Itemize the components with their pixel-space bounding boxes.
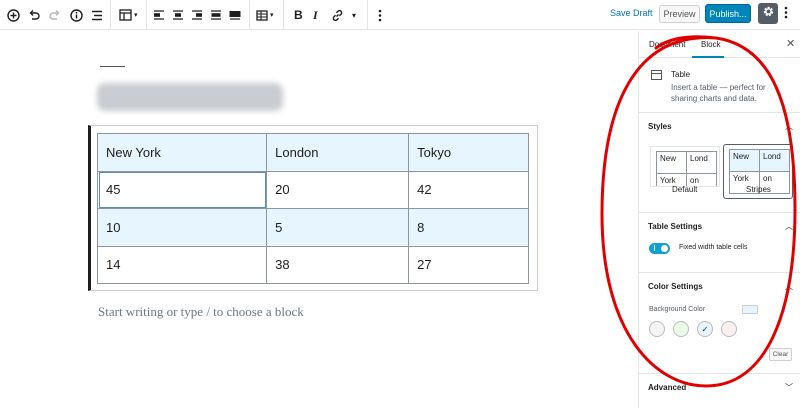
- settings-button[interactable]: [758, 3, 778, 24]
- fixed-width-label: Fixed width table cells: [679, 244, 748, 251]
- table-cell[interactable]: 38: [266, 245, 410, 284]
- style-preview-default: New Lond York on: [656, 151, 717, 186]
- color-swatch-subtle-pale-pink[interactable]: [721, 321, 737, 337]
- tab-block[interactable]: Block: [701, 40, 721, 49]
- table-row: 45 20 42: [96, 170, 529, 209]
- style-option-stripes[interactable]: New Lond York on Stripes: [723, 144, 793, 199]
- kebab-icon[interactable]: [784, 6, 788, 24]
- close-icon[interactable]: ✕: [786, 37, 795, 50]
- table-settings-panel-header[interactable]: Table Settings ︿: [639, 212, 800, 240]
- table-cell[interactable]: 27: [408, 245, 529, 284]
- color-swatch-subtle-light-gray[interactable]: [649, 321, 665, 337]
- active-tab-indicator: [692, 56, 724, 58]
- table-cell[interactable]: London: [266, 133, 410, 172]
- current-color-indicator: [742, 305, 758, 314]
- table-cell[interactable]: 42: [408, 170, 529, 209]
- caret-down-icon: ▾: [270, 12, 274, 19]
- table-cell[interactable]: 20: [266, 170, 410, 209]
- background-color-label: Background Color: [649, 306, 706, 313]
- italic-button[interactable]: I: [313, 5, 318, 25]
- table-cell[interactable]: 5: [266, 208, 410, 247]
- table-cell[interactable]: 45: [96, 170, 268, 209]
- bold-button[interactable]: B: [294, 5, 303, 25]
- toolbar-divider: [367, 0, 368, 30]
- publish-button[interactable]: Publish...: [705, 4, 751, 23]
- advanced-panel-header[interactable]: Advanced ﹀: [639, 373, 800, 401]
- redo-icon[interactable]: [49, 5, 61, 25]
- add-block-icon[interactable]: [7, 5, 20, 25]
- table-cell[interactable]: 8: [408, 208, 529, 247]
- table-row: 10 5 8: [96, 208, 529, 247]
- edit-table-icon: [256, 9, 268, 21]
- caret-down-icon: ▾: [134, 12, 138, 19]
- toolbar-divider: [249, 0, 250, 30]
- color-swatch-subtle-pale-blue[interactable]: ✓: [697, 321, 713, 337]
- editor-toolbar: ▾ ▾ B I ▾ Save Draft Preview Publish...: [0, 0, 800, 30]
- gear-icon: [762, 5, 775, 23]
- edit-table-dropdown[interactable]: ▾: [256, 5, 274, 25]
- table-block[interactable]: New York London Tokyo 45 20 42 10 5 8 14 38 27: [96, 133, 529, 284]
- sidebar-tabs: Document Block ✕: [639, 31, 800, 58]
- undo-icon[interactable]: [28, 5, 40, 25]
- toolbar-divider: [146, 0, 147, 30]
- preview-cell: New: [656, 151, 687, 174]
- preview-cell: Lond: [686, 151, 717, 174]
- more-options-icon[interactable]: [378, 5, 382, 25]
- list-view-icon[interactable]: [91, 5, 103, 25]
- checkmark-icon: ✓: [701, 324, 709, 334]
- preview-cell: Lond: [759, 149, 790, 172]
- clear-color-button[interactable]: Clear: [769, 348, 792, 361]
- align-left-icon[interactable]: [153, 5, 165, 25]
- align-right-icon[interactable]: [191, 5, 203, 25]
- align-center-icon[interactable]: [172, 5, 184, 25]
- fixed-width-toggle[interactable]: [649, 243, 670, 254]
- table-cell[interactable]: 14: [96, 245, 268, 284]
- color-swatch-subtle-pale-green[interactable]: [673, 321, 689, 337]
- table-cell[interactable]: New York: [96, 133, 268, 172]
- chevron-down-icon: ﹀: [785, 383, 793, 392]
- panel-title: Color Settings: [648, 282, 703, 291]
- chevron-up-icon: ︿: [785, 222, 793, 231]
- link-icon[interactable]: [331, 5, 344, 25]
- chevron-up-icon: ︿: [785, 122, 793, 131]
- block-appender-placeholder[interactable]: Start writing or type / to choose a bloc…: [98, 304, 304, 320]
- preview-cell: New: [729, 149, 760, 172]
- table-block-switcher[interactable]: ▾: [119, 5, 138, 25]
- align-wide-icon[interactable]: [210, 5, 222, 25]
- save-draft-link[interactable]: Save Draft: [610, 8, 653, 18]
- tab-document[interactable]: Document: [649, 40, 685, 49]
- post-title-redacted[interactable]: [97, 83, 283, 111]
- align-full-icon[interactable]: [229, 5, 241, 25]
- more-rich-text-icon[interactable]: ▾: [352, 5, 356, 25]
- color-settings-panel-header[interactable]: Color Settings ︿: [639, 272, 800, 300]
- table-row: 14 38 27: [96, 245, 529, 284]
- chevron-up-icon: ︿: [785, 282, 793, 291]
- panel-title: Advanced: [648, 383, 687, 392]
- panel-title: Styles: [648, 122, 672, 131]
- table-row: New York London Tokyo: [96, 133, 529, 172]
- editor-canvas: New York London Tokyo 45 20 42 10 5 8 14 38 27 Star…: [0, 31, 638, 408]
- settings-sidebar: Document Block ✕ Table Insert a table — …: [638, 31, 800, 408]
- toggle-on-mark: [654, 245, 655, 251]
- toolbar-divider: [283, 0, 284, 30]
- info-icon[interactable]: [70, 5, 83, 25]
- block-card-description: Insert a table — perfect for sharing cha…: [671, 83, 766, 103]
- table-cell[interactable]: Tokyo: [408, 133, 529, 172]
- preview-button[interactable]: Preview: [659, 5, 700, 23]
- table-icon: [651, 70, 662, 80]
- toolbar-divider: [110, 0, 111, 30]
- style-label-stripes: Stripes: [746, 185, 771, 194]
- table-cell[interactable]: 10: [96, 208, 268, 247]
- title-divider: [100, 66, 125, 67]
- block-card-title: Table: [671, 70, 691, 79]
- style-label-default: Default: [672, 185, 698, 194]
- table-icon: [119, 9, 132, 21]
- panel-title: Table Settings: [648, 222, 703, 231]
- styles-panel-header[interactable]: Styles ︿: [639, 112, 800, 140]
- style-option-default[interactable]: New Lond York on: [650, 146, 720, 187]
